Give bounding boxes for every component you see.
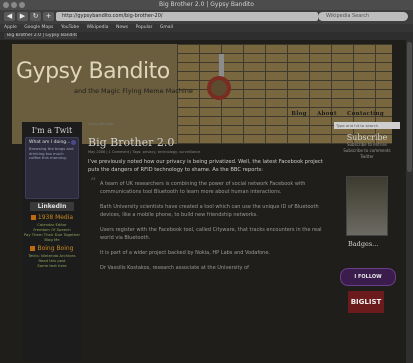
rss-icon xyxy=(30,246,36,251)
author-photo xyxy=(346,176,388,236)
title-bar: Big Brother 2.0 | Gypsy Bandito xyxy=(0,0,413,10)
subscribe-heading: Subscribe xyxy=(346,133,388,142)
feed-heading-2[interactable]: Boing Boing xyxy=(22,245,82,252)
nav-contacting-link[interactable]: Contacting xyxy=(347,111,384,117)
subscribe-links: Subscribe to entries Subscribe to commen… xyxy=(334,142,400,160)
add-bookmark-button[interactable]: + xyxy=(43,12,54,21)
twitter-status: Browsing the blogs and drinking too much… xyxy=(29,146,74,160)
tab-bar: Big Brother 2.0 | Gypsy Bandito xyxy=(0,32,413,40)
window-title: Big Brother 2.0 | Gypsy Bandito xyxy=(159,1,254,8)
feed-links-2: Tetris: Nintendo Archives Read this post… xyxy=(22,253,82,268)
site-logo[interactable]: Gypsy Bandito xyxy=(16,59,170,84)
quote-paragraph: Bath University scientists have created … xyxy=(100,204,319,218)
rss-icon xyxy=(30,215,36,220)
feed-link[interactable]: Some text here xyxy=(22,263,82,268)
forward-button[interactable]: ▶ xyxy=(17,12,28,21)
biglist-badge[interactable]: BIGLIST xyxy=(348,291,384,313)
search-field[interactable]: Wikipedia Search xyxy=(318,12,408,21)
bookmark-item[interactable]: News xyxy=(116,25,128,30)
linkedin-badge[interactable]: LinkedIn xyxy=(30,202,74,211)
hose-reel-image xyxy=(207,76,231,100)
twitter-widget: What am I doing... Browsing the blogs an… xyxy=(25,137,79,199)
sidebar-search-input[interactable]: Type and hit to search xyxy=(334,122,400,129)
bookmark-item[interactable]: Popular xyxy=(136,25,153,30)
address-bar[interactable]: http://gypsybandito.com/big-brother-20/ xyxy=(56,12,318,21)
quote-paragraph: It is part of a wider project backed by … xyxy=(100,250,270,256)
badges-heading: Badges... xyxy=(348,240,379,248)
browser-toolbar: ◀ ▶ ↻ + http://gypsybandito.com/big-brot… xyxy=(0,10,413,24)
bookmark-item[interactable]: Gmail xyxy=(160,25,173,30)
bookmark-item[interactable]: Apple xyxy=(4,25,17,30)
feed-title: Boing Boing xyxy=(37,245,74,252)
site-nav: Blog About Contacting xyxy=(283,111,384,117)
browser-window: Big Brother 2.0 | Gypsy Bandito ◀ ▶ ↻ + … xyxy=(0,0,413,363)
vertical-scrollbar[interactable] xyxy=(406,40,413,363)
feed-heading-1[interactable]: 1938 Media xyxy=(22,214,82,221)
post-meta: May 2008 | 1 Comment | Tags: privacy, te… xyxy=(88,150,201,154)
post-content: Gypsy Bandito Big Brother 2.0 May 2008 |… xyxy=(88,122,326,362)
nav-blog-link[interactable]: Blog xyxy=(291,111,306,117)
post-title[interactable]: Big Brother 2.0 xyxy=(88,136,326,149)
feed-links-1: Calendar Editor Freedom Of Speech Pay Th… xyxy=(22,222,82,242)
site-tagline: and the Magic Flying Meme Machine xyxy=(74,87,193,95)
bookmark-item[interactable]: Google Maps xyxy=(24,25,53,30)
web-page: Gypsy Bandito and the Magic Flying Meme … xyxy=(0,40,406,363)
twitter-heading: I'm a Twit xyxy=(31,126,73,135)
bookmarks-bar: Apple Google Maps YouTube Wikipedia News… xyxy=(0,24,413,32)
right-sidebar: Type and hit to search Subscribe Subscri… xyxy=(334,122,400,362)
feed-title: 1938 Media xyxy=(37,214,74,221)
left-sidebar: I'm a Twit What am I doing... Browsing t… xyxy=(22,122,82,362)
feed-link[interactable]: Blog Me xyxy=(22,237,82,242)
post-breadcrumb: Gypsy Bandito xyxy=(88,122,114,126)
quote-paragraph: Users register with the Facebook tool, c… xyxy=(100,227,322,241)
scrollbar-thumb[interactable] xyxy=(407,42,412,172)
browser-tab[interactable]: Big Brother 2.0 | Gypsy Bandito xyxy=(4,33,77,39)
bookmark-item[interactable]: Wikipedia xyxy=(87,25,109,30)
subscribe-link[interactable]: Twitter xyxy=(334,154,400,160)
post-intro: I've previously noted how our privacy is… xyxy=(88,159,323,173)
twitter-question: What am I doing... xyxy=(29,140,71,145)
quote-paragraph: Dr Vassilis Kostakos, research associate… xyxy=(100,265,249,271)
quote-icon: “ xyxy=(90,175,97,189)
twitter-icon[interactable] xyxy=(71,140,76,145)
back-button[interactable]: ◀ xyxy=(4,12,15,21)
reload-button[interactable]: ↻ xyxy=(30,12,41,21)
quote-paragraph: A team of UK researchers is combining th… xyxy=(100,181,306,195)
follow-badge[interactable]: I FOLLOW xyxy=(340,268,396,286)
bookmark-item[interactable]: YouTube xyxy=(61,25,79,30)
nav-about-link[interactable]: About xyxy=(317,111,337,117)
blockquote: “ A team of UK researchers is combining … xyxy=(90,176,326,272)
